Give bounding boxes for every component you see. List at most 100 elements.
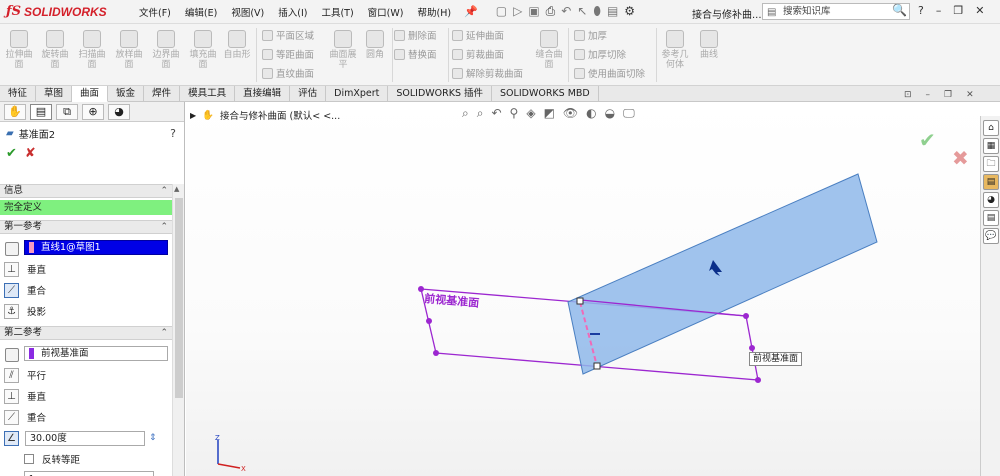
constraint-project[interactable]: ⚓ 投影 <box>4 302 46 320</box>
design-library-icon[interactable]: ▦ <box>983 138 999 154</box>
file-properties-icon[interactable]: ▤ <box>607 4 618 19</box>
property-manager-tab[interactable]: ▤ <box>30 103 52 120</box>
swept-surface-button[interactable]: 扫描曲面 <box>77 30 107 70</box>
tab-sheet-metal[interactable]: 钣金 <box>108 86 145 102</box>
line-endpoint[interactable] <box>576 297 584 305</box>
first-reference-selection-box[interactable]: 直线1@草图1 <box>24 240 168 255</box>
angle-input[interactable]: 30.00度 <box>25 430 145 446</box>
appearances-icon[interactable]: ◕ <box>983 192 999 208</box>
search-icon[interactable]: 🔍 <box>892 3 907 18</box>
minimize-button[interactable]: – <box>936 4 942 17</box>
print-icon[interactable]: ⎙ <box>546 4 556 19</box>
freeform-button[interactable]: 自由形 <box>222 30 252 60</box>
tab-dimxpert[interactable]: DimXpert <box>326 86 389 102</box>
plane-handle[interactable] <box>418 286 424 292</box>
open-icon[interactable]: ▷ <box>513 4 522 19</box>
plane-handle[interactable] <box>426 318 432 324</box>
options-gear-icon[interactable]: ⚙ <box>624 4 635 19</box>
info-group-header[interactable]: 信息 ⌃ <box>0 184 172 198</box>
knit-surface-button[interactable]: 缝合曲面 <box>534 30 564 70</box>
replace-face-button[interactable]: 替换面 <box>394 47 437 61</box>
extend-surface-button[interactable]: 延伸曲面 <box>452 28 504 42</box>
rebuild-icon[interactable]: ⬮ <box>593 4 601 19</box>
plane-handle[interactable] <box>433 350 439 356</box>
spinner-icon[interactable]: ⇕ <box>149 433 157 443</box>
extruded-surface-button[interactable]: 拉伸曲面 <box>4 30 34 70</box>
dimxpert-manager-tab[interactable]: ⊕ <box>82 103 104 120</box>
feature-manager-tab[interactable]: ✋ <box>4 103 26 120</box>
menu-edit[interactable]: 编辑(E) <box>178 5 224 19</box>
tab-evaluate[interactable]: 评估 <box>290 86 327 102</box>
menu-file[interactable]: 文件(F) <box>132 5 178 19</box>
chevron-up-icon[interactable]: ⌃ <box>160 185 168 197</box>
filled-surface-button[interactable]: 填充曲面 <box>188 30 218 70</box>
chevron-up-icon[interactable]: ⌃ <box>160 221 168 233</box>
constraint-coincident[interactable]: ⟋ 重合 <box>4 281 46 299</box>
instance-count-input[interactable]: 1 <box>24 471 154 476</box>
constraint-perpendicular[interactable]: ⊥ 垂直 <box>4 260 46 278</box>
menu-tools[interactable]: 工具(T) <box>314 5 360 19</box>
plane-callout[interactable]: 前视基准面 <box>749 352 803 366</box>
file-explorer-icon[interactable]: 🗀 <box>983 156 999 172</box>
second-reference-group-header[interactable]: 第二参考 ⌃ <box>0 326 172 340</box>
tab-weldments[interactable]: 焊件 <box>144 86 181 102</box>
line-endpoint[interactable] <box>593 362 601 370</box>
close-button[interactable]: ✕ <box>975 4 984 17</box>
minimize-icon[interactable]: – <box>926 90 931 100</box>
menu-window[interactable]: 窗口(W) <box>361 5 411 19</box>
scrollbar-thumb[interactable] <box>175 198 183 398</box>
restore-icon[interactable]: ❐ <box>944 90 952 100</box>
cancel-button[interactable]: ✘ <box>25 146 36 161</box>
tab-direct-editing[interactable]: 直接编辑 <box>235 86 291 102</box>
pin-icon[interactable]: 📌 <box>464 5 478 18</box>
revolved-surface-button[interactable]: 旋转曲面 <box>40 30 70 70</box>
angle-icon[interactable]: ∠ <box>4 430 19 446</box>
thicken-cut-button[interactable]: 加厚切除 <box>574 47 626 61</box>
curves-button[interactable]: 曲线 <box>694 30 724 60</box>
fillet-button[interactable]: 圆角 <box>360 30 390 60</box>
tab-solidworks-mbd[interactable]: SOLIDWORKS MBD <box>492 86 599 102</box>
undo-icon[interactable]: ↶ <box>561 4 571 19</box>
untrim-surface-button[interactable]: 解除剪裁曲面 <box>452 66 523 80</box>
search-knowledge-base-input[interactable]: ▤ 搜索知识库 🔍 <box>762 3 910 20</box>
flip-offset-checkbox[interactable] <box>24 454 34 464</box>
planar-surface-button[interactable]: 平面区域 <box>262 28 314 42</box>
solidworks-logo[interactable]: ƒS SOLIDWORKS <box>0 0 120 24</box>
flip-offset-row[interactable]: 反转等距 <box>4 450 80 468</box>
reference-geometry-button[interactable]: 参考几何体 <box>660 30 690 70</box>
menu-view[interactable]: 视图(V) <box>224 5 271 19</box>
constraint-perpendicular[interactable]: ⊥ 垂直 <box>4 387 46 405</box>
custom-properties-icon[interactable]: ▤ <box>983 210 999 226</box>
forum-icon[interactable]: 💬 <box>983 228 999 244</box>
view-palette-icon[interactable]: ▤ <box>983 174 999 190</box>
constraint-coincident[interactable]: ⟋ 重合 <box>4 408 46 426</box>
surface-flatten-button[interactable]: 曲面展平 <box>326 30 360 70</box>
display-manager-tab[interactable]: ◕ <box>108 103 130 120</box>
tab-mold-tools[interactable]: 模具工具 <box>180 86 236 102</box>
boundary-surface-button[interactable]: 边界曲面 <box>151 30 181 70</box>
new-document-icon[interactable]: ▢ <box>496 4 507 19</box>
lofted-surface-button[interactable]: 放样曲面 <box>114 30 144 70</box>
plane-handle[interactable] <box>755 377 761 383</box>
plane-handle[interactable] <box>749 345 755 351</box>
tab-sketch[interactable]: 草图 <box>36 86 73 102</box>
trim-surface-button[interactable]: 剪裁曲面 <box>452 47 504 61</box>
second-reference-selection-box[interactable]: 前视基准面 <box>24 346 168 361</box>
help-icon[interactable]: ? <box>918 4 924 17</box>
configuration-manager-tab[interactable]: ⧉ <box>56 103 78 120</box>
chevron-up-icon[interactable]: ⌃ <box>160 327 168 339</box>
save-icon[interactable]: ▣ <box>528 4 539 19</box>
tab-surfaces[interactable]: 曲面 <box>72 86 109 102</box>
ruled-surface-button[interactable]: 直纹曲面 <box>262 66 314 80</box>
new-plane-preview[interactable] <box>567 173 878 375</box>
close-icon[interactable]: ✕ <box>966 90 974 100</box>
cut-with-surface-button[interactable]: 使用曲面切除 <box>574 66 645 80</box>
panel-scrollbar[interactable]: ▲ <box>172 184 184 476</box>
graphics-area[interactable]: ▶ ✋ 接合与修补曲面 (默认< <... ⌕ ⌕ ↶ ⚲ ◈ ◩ 👁 ◐ ◒ … <box>186 102 980 476</box>
ok-button[interactable]: ✔ <box>6 146 17 161</box>
offset-surface-button[interactable]: 等距曲面 <box>262 47 314 61</box>
constraint-parallel[interactable]: ⫽ 平行 <box>4 366 46 384</box>
thicken-button[interactable]: 加厚 <box>574 28 607 42</box>
menu-help[interactable]: 帮助(H) <box>410 5 458 19</box>
help-icon[interactable]: ? <box>170 127 176 140</box>
